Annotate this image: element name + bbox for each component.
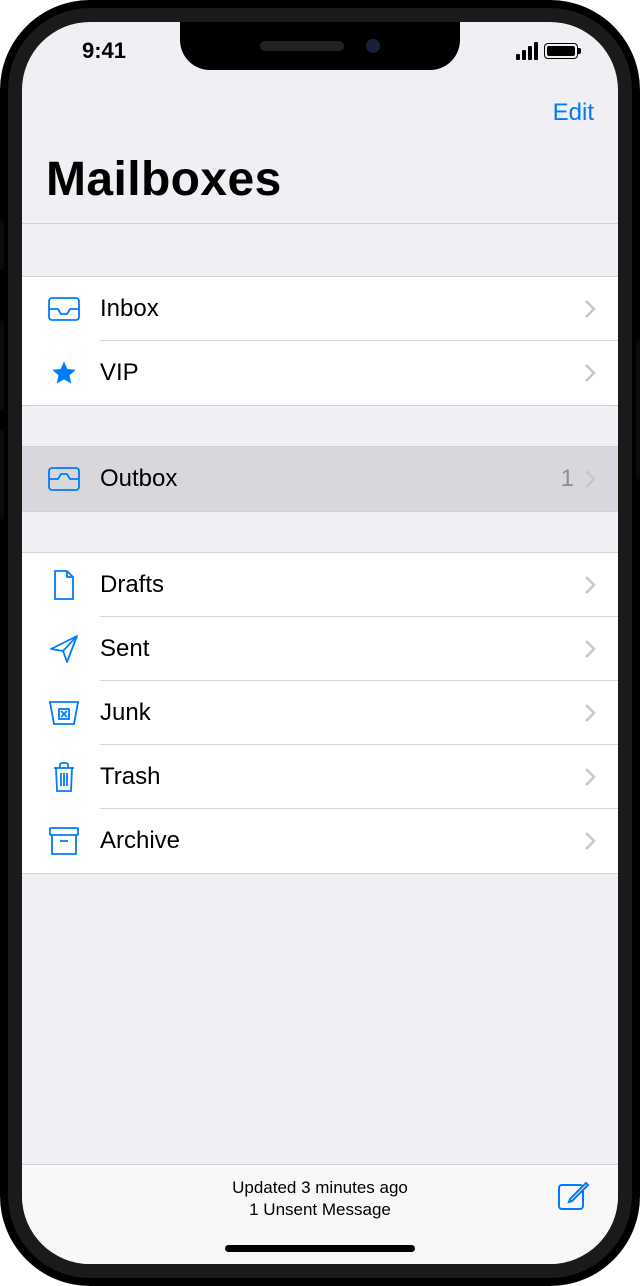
mailbox-label: Junk [100,699,584,727]
battery-icon [544,43,578,59]
outbox-icon [44,467,84,491]
mailbox-row-vip[interactable]: VIP [22,341,618,405]
volume-up-button [0,320,4,410]
status-time: 9:41 [56,38,126,64]
mailbox-row-sent[interactable]: Sent [22,617,618,681]
mailbox-row-trash[interactable]: Trash [22,745,618,809]
notch [180,22,460,70]
mailbox-label: Outbox [100,465,561,493]
mailbox-section-account: Drafts Sent [22,553,618,873]
mailbox-label: Trash [100,763,584,791]
toolbar-status: Updated 3 minutes ago 1 Unsent Message [232,1177,408,1221]
status-updated: Updated 3 minutes ago [232,1177,408,1199]
archive-icon [44,827,84,855]
junk-icon [44,700,84,726]
trash-icon [44,761,84,793]
cellular-signal-icon [516,42,538,60]
mailbox-label: Inbox [100,295,584,323]
chevron-right-icon [584,469,596,489]
chevron-right-icon [584,575,596,595]
power-button [636,340,640,480]
mailbox-label: Archive [100,827,584,855]
status-unsent: 1 Unsent Message [232,1199,408,1221]
paper-plane-icon [44,634,84,664]
device-frame: 9:41 Edit Mailboxes [0,0,640,1286]
mailbox-label: VIP [100,359,584,387]
mailbox-section-favorites: Inbox VIP [22,277,618,405]
mailbox-row-archive[interactable]: Archive [22,809,618,873]
chevron-right-icon [584,703,596,723]
chevron-right-icon [584,639,596,659]
mailbox-row-drafts[interactable]: Drafts [22,553,618,617]
mailbox-row-inbox[interactable]: Inbox [22,277,618,341]
chevron-right-icon [584,363,596,383]
mailbox-label: Drafts [100,571,584,599]
toolbar: Updated 3 minutes ago 1 Unsent Message [22,1164,618,1264]
volume-down-button [0,430,4,520]
document-icon [44,570,84,600]
star-icon [44,359,84,387]
mute-switch [0,220,4,270]
home-indicator[interactable] [225,1245,415,1252]
status-icons [516,42,584,60]
nav-bar: Edit [22,80,618,146]
edit-button[interactable]: Edit [553,99,594,127]
mailbox-row-outbox[interactable]: Outbox 1 [22,447,618,511]
inbox-icon [44,297,84,321]
mailbox-count: 1 [561,465,574,493]
chevron-right-icon [584,831,596,851]
compose-button[interactable] [556,1179,590,1213]
page-title: Mailboxes [22,146,618,223]
mailbox-section-outbox: Outbox 1 [22,447,618,511]
chevron-right-icon [584,767,596,787]
mailbox-row-junk[interactable]: Junk [22,681,618,745]
mailbox-label: Sent [100,635,584,663]
chevron-right-icon [584,299,596,319]
